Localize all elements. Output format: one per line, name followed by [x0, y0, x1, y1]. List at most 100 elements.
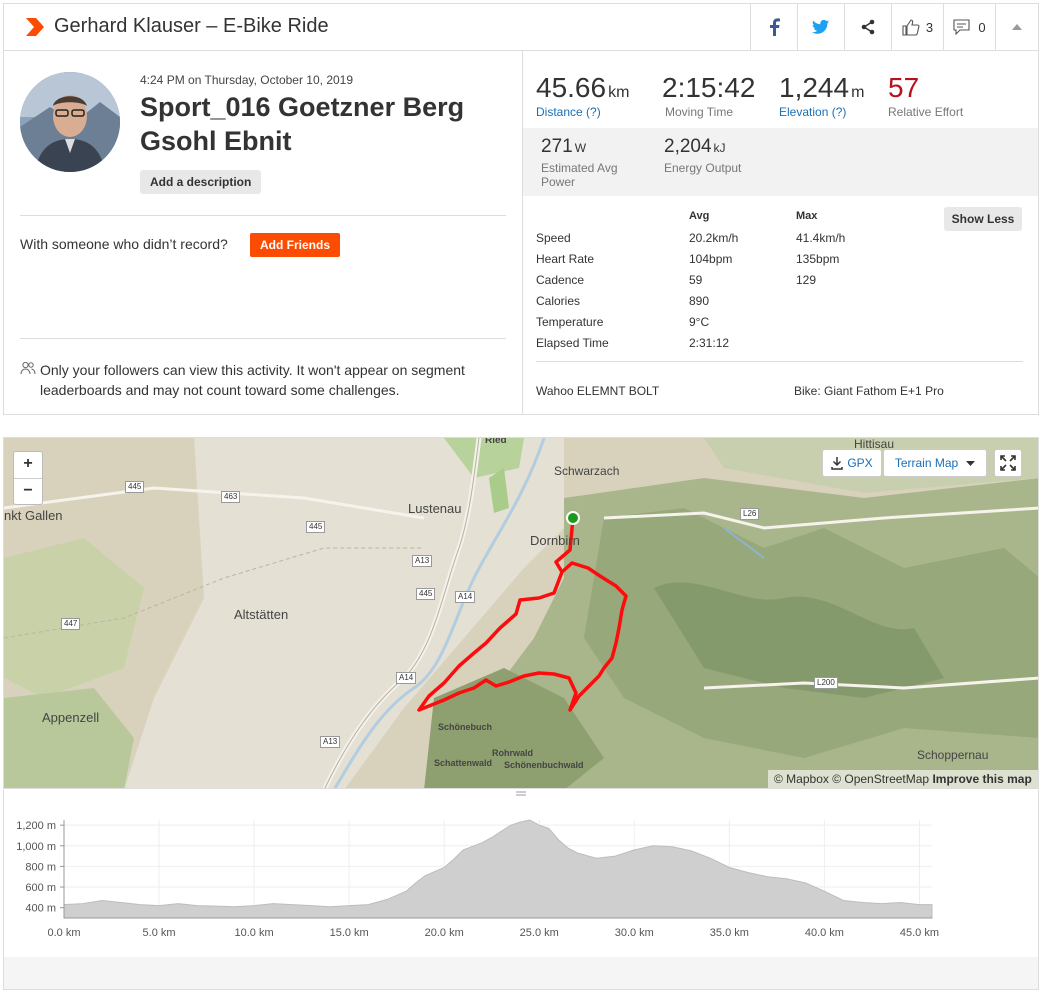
with-someone-text: With someone who didn’t record?: [20, 236, 228, 252]
activity-datetime: 4:24 PM on Thursday, October 10, 2019: [140, 73, 354, 87]
table-row-label: Elapsed Time: [536, 336, 609, 350]
show-less-button[interactable]: Show Less: [944, 207, 1022, 231]
road-label: A13: [320, 736, 341, 748]
power-label: Estimated Avg Power: [541, 161, 618, 189]
device-name: Wahoo ELEMNT BOLT: [536, 384, 660, 398]
table-row-label: Calories: [536, 294, 581, 308]
place-label: Schönenbuchwald: [504, 760, 584, 770]
road-label: A13: [412, 555, 433, 567]
y-tick-label: 1,000 m: [16, 841, 56, 853]
comment-button[interactable]: 0: [943, 4, 995, 50]
activity-header: Gerhard Klauser – E-Bike Ride 3 0: [4, 4, 1038, 51]
place-label: Lustenau: [408, 501, 462, 516]
x-tick-label: 5.0 km: [143, 927, 176, 939]
secondary-stats: 271 W Estimated Avg Power 2,204 kJ Energy O…: [523, 128, 1038, 196]
place-label: Dornbirn: [530, 533, 580, 548]
place-label: Schattenwald: [434, 758, 493, 768]
place-label: Schoppernau: [917, 748, 989, 762]
share-icon: [861, 19, 875, 35]
table-row-avg: 9°C: [689, 315, 710, 329]
fullscreen-button[interactable]: [994, 449, 1022, 477]
page-title: Gerhard Klauser – E-Bike Ride: [54, 15, 329, 37]
divider: [536, 361, 1023, 362]
zoom-in-button[interactable]: +: [14, 452, 42, 479]
road-label: 445: [125, 481, 145, 493]
zoom-control: + −: [13, 451, 43, 505]
x-tick-label: 30.0 km: [615, 927, 654, 939]
activity-summary-panel: 4:24 PM on Thursday, October 10, 2019 Sp…: [4, 50, 523, 414]
distance-label[interactable]: Distance (?): [536, 105, 601, 119]
zoom-out-button[interactable]: −: [14, 479, 42, 505]
avatar[interactable]: [20, 72, 120, 172]
column-max: Max: [796, 210, 818, 222]
route-map[interactable]: Ried Hittisau Schwarzach Lustenau Dornbi…: [3, 437, 1039, 789]
add-description-button[interactable]: Add a description: [140, 170, 262, 194]
table-row-avg: 2:31:12: [689, 336, 730, 350]
twitter-share-button[interactable]: [797, 4, 844, 50]
column-avg: Avg: [689, 210, 710, 222]
facebook-share-button[interactable]: [750, 4, 797, 50]
road-label: 445: [416, 588, 436, 600]
kudos-count: 3: [925, 19, 934, 35]
y-tick-label: 1,200 m: [16, 820, 56, 832]
divider: [20, 338, 506, 339]
x-tick-label: 45.0 km: [900, 927, 939, 939]
power-value: 271 W: [541, 136, 587, 157]
energy-value: 2,204 kJ: [664, 136, 726, 157]
add-friends-button[interactable]: Add Friends: [250, 233, 341, 257]
gpx-download-button[interactable]: GPX: [822, 449, 882, 477]
place-label: Schwarzach: [554, 464, 620, 478]
road-label: A14: [455, 591, 476, 603]
road-label: A14: [396, 672, 417, 684]
y-tick-label: 600 m: [25, 882, 56, 894]
download-icon: [831, 456, 844, 470]
table-row-max: 41.4km/h: [796, 231, 846, 245]
table-row-max: 129: [796, 273, 817, 287]
improve-map-link[interactable]: Improve this map: [932, 772, 1031, 786]
place-label: Altstätten: [234, 607, 289, 622]
collapse-button[interactable]: [995, 4, 1038, 50]
elevation-value: 1,244 m: [779, 72, 865, 103]
energy-label: Energy Output: [664, 161, 742, 175]
map-attribution: © Mapbox © OpenStreetMap Improve this ma…: [768, 770, 1038, 788]
resize-handle-icon[interactable]: [516, 791, 526, 796]
relative-effort-label: Relative Effort: [888, 105, 964, 119]
comment-icon: [953, 19, 970, 35]
share-button[interactable]: [844, 4, 891, 50]
divider: [20, 215, 506, 216]
y-tick-label: 800 m: [25, 861, 56, 873]
avatar-image: [20, 72, 120, 172]
x-tick-label: 40.0 km: [805, 927, 844, 939]
bike-name[interactable]: Bike: Giant Fathom E+1 Pro: [794, 384, 944, 398]
x-tick-label: 20.0 km: [425, 927, 464, 939]
table-row-max: 135bpm: [796, 252, 840, 266]
expand-icon: [1000, 455, 1016, 471]
caret-up-icon: [1012, 24, 1022, 30]
elevation-label[interactable]: Elevation (?): [779, 105, 846, 119]
strava-chevron-icon: [26, 18, 44, 36]
x-tick-label: 0.0 km: [47, 927, 80, 939]
thumbs-up-icon: [902, 18, 920, 36]
place-label: Ried: [485, 437, 507, 446]
attribution-text[interactable]: © Mapbox © OpenStreetMap: [774, 772, 929, 786]
table-row-avg: 104bpm: [689, 252, 733, 266]
y-tick-label: 400 m: [25, 903, 56, 915]
table-row-label: Cadence: [536, 273, 585, 287]
footer-bar: [4, 957, 1038, 989]
privacy-notice: Only your followers can view this activi…: [40, 362, 465, 398]
road-label: L200: [814, 677, 838, 689]
terrain-map-image: [4, 438, 1038, 788]
table-row-avg: 59: [689, 273, 703, 287]
twitter-icon: [812, 19, 829, 34]
caret-down-icon: [966, 460, 976, 466]
activity-card: Gerhard Klauser – E-Bike Ride 3 0 4:24 P…: [3, 3, 1039, 415]
table-row-avg: 20.2km/h: [689, 231, 739, 245]
stats-panel: 45.66 km Distance (?) 2:15:42 Moving Time…: [523, 50, 1038, 414]
distance-value: 45.66 km: [536, 72, 630, 103]
elevation-chart[interactable]: 1,200 m 1,000 m 800 m 600 m 400 m 0.0 km 5.0 k…: [0, 812, 1043, 972]
table-row-label: Speed: [536, 231, 571, 245]
place-label: Rohrwald: [492, 748, 534, 758]
kudos-button[interactable]: 3: [891, 4, 943, 50]
map-type-select[interactable]: Terrain Map: [883, 449, 987, 477]
place-label: Schönebuch: [438, 722, 493, 732]
